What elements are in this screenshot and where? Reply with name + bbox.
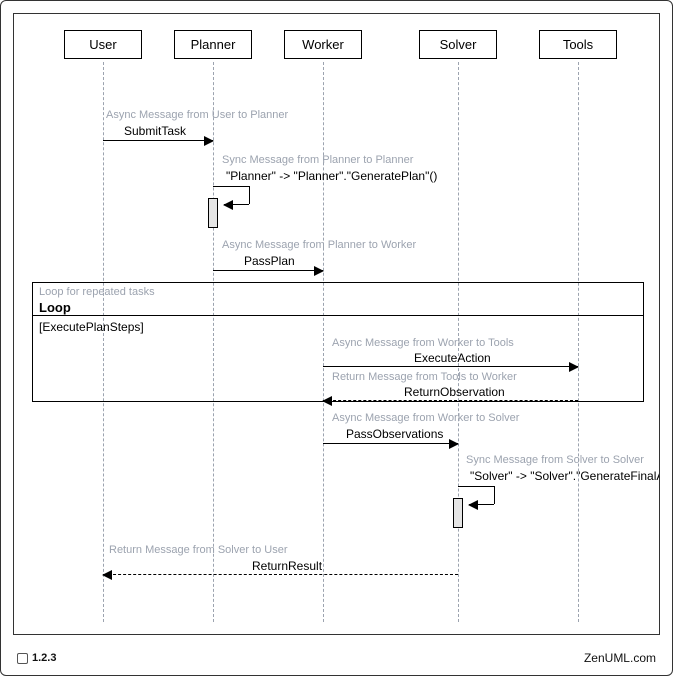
annotation-5: Return Message from Tools to Worker [332,371,517,383]
message-execute-action: ExecuteAction [414,351,491,365]
annotation-8: Return Message from Solver to User [109,544,288,556]
arrow-solver-to-user [103,574,458,575]
loop-condition: [ExecutePlanSteps] [39,320,144,334]
message-pass-observations: PassObservations [346,427,443,441]
loop-divider [33,315,643,316]
loop-label: Loop [39,300,71,315]
message-pass-plan: PassPlan [244,254,295,268]
annotation-7: Sync Message from Solver to Solver [466,454,644,466]
actor-planner: Planner [174,30,252,59]
arrow-worker-to-solver [323,443,458,444]
sequence-canvas: User Planner Worker Solver Tools Async M… [14,14,659,634]
activation-planner [208,198,218,228]
diagram-frame: User Planner Worker Solver Tools Async M… [0,0,673,676]
version-toggle[interactable]: 1.2.3 [17,652,56,664]
selfcall-planner-top [213,186,249,187]
selfcall-planner-down [249,186,250,204]
annotation-2: Sync Message from Planner to Planner [222,154,413,166]
annotation-3: Async Message from Planner to Worker [222,239,416,251]
footer: 1.2.3 ZenUML.com [17,651,656,665]
message-generate-plan: "Planner" -> "Planner"."GeneratePlan"() [226,169,437,183]
arrow-worker-to-tools [323,366,578,367]
message-return-observation: ReturnObservation [404,385,505,399]
message-generate-final: "Solver" -> "Solver"."GenerateFinalAn [470,469,659,483]
selfcall-solver-down [494,486,495,504]
selfcall-planner-back [224,204,249,205]
arrow-planner-to-worker [213,270,323,271]
message-submit-task: SubmitTask [124,124,186,138]
actor-worker-label: Worker [302,37,344,52]
loop-title: Loop for repeated tasks [39,286,155,298]
annotation-1: Async Message from User to Planner [106,109,288,121]
annotation-4: Async Message from Worker to Tools [332,337,514,349]
actor-planner-label: Planner [191,37,236,52]
actor-user-label: User [89,37,116,52]
actor-solver: Solver [419,30,497,59]
arrow-user-to-planner [103,140,213,141]
annotation-6: Async Message from Worker to Solver [332,412,519,424]
checkbox-icon [17,653,28,664]
actor-solver-label: Solver [440,37,477,52]
selfcall-solver-top [458,486,494,487]
diagram-inner: User Planner Worker Solver Tools Async M… [13,13,660,635]
arrow-tools-to-worker [323,400,578,401]
activation-solver [453,498,463,528]
actor-user: User [64,30,142,59]
actor-tools: Tools [539,30,617,59]
actor-tools-label: Tools [563,37,593,52]
actor-worker: Worker [284,30,362,59]
version-label: 1.2.3 [32,652,56,664]
credit-label: ZenUML.com [584,651,656,665]
message-return-result: ReturnResult [252,559,322,573]
selfcall-solver-back [469,504,494,505]
